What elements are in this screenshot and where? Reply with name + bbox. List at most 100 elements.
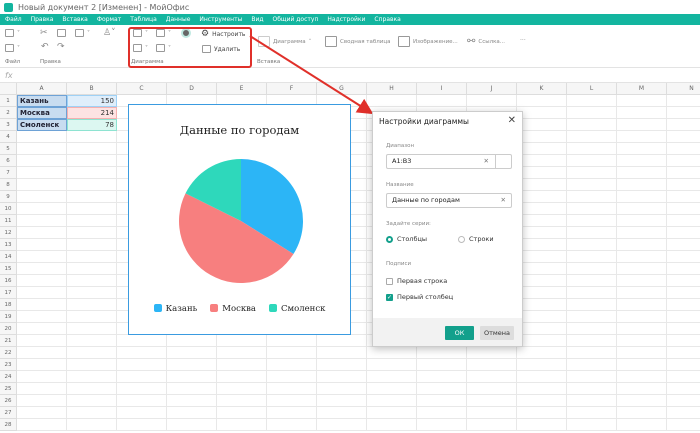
row-header[interactable]: 7: [0, 167, 17, 179]
cell[interactable]: [217, 347, 267, 359]
cell[interactable]: [667, 299, 700, 311]
diagram-button[interactable]: Диаграмма ˅: [258, 36, 311, 47]
cell[interactable]: [267, 419, 317, 431]
cell[interactable]: [17, 155, 67, 167]
row-header[interactable]: 28: [0, 419, 17, 431]
cell[interactable]: [167, 347, 217, 359]
cell[interactable]: [617, 335, 667, 347]
row-header[interactable]: 26: [0, 395, 17, 407]
cell[interactable]: [217, 395, 267, 407]
cell[interactable]: [367, 419, 417, 431]
column-header[interactable]: A: [17, 83, 67, 95]
cell[interactable]: [367, 347, 417, 359]
row-header[interactable]: 3: [0, 119, 17, 131]
cell[interactable]: [567, 299, 617, 311]
cell[interactable]: [617, 395, 667, 407]
cell[interactable]: [567, 167, 617, 179]
cell[interactable]: [517, 395, 567, 407]
cell[interactable]: [117, 347, 167, 359]
row-header[interactable]: 11: [0, 215, 17, 227]
menu-item[interactable]: Вид: [251, 16, 263, 23]
cell[interactable]: [617, 203, 667, 215]
cell[interactable]: [317, 419, 367, 431]
row-header[interactable]: 16: [0, 275, 17, 287]
cell[interactable]: [67, 311, 117, 323]
cell[interactable]: [567, 287, 617, 299]
cell[interactable]: [17, 359, 67, 371]
cell[interactable]: [267, 407, 317, 419]
cell[interactable]: [567, 359, 617, 371]
cell[interactable]: [667, 263, 700, 275]
cell[interactable]: [617, 299, 667, 311]
cell[interactable]: [617, 251, 667, 263]
column-header[interactable]: H: [367, 83, 417, 95]
cell[interactable]: [467, 95, 517, 107]
cell[interactable]: [567, 371, 617, 383]
cell[interactable]: [567, 119, 617, 131]
undo-button[interactable]: ↶: [41, 42, 49, 52]
cell[interactable]: [267, 359, 317, 371]
cell[interactable]: [67, 323, 117, 335]
cell-b[interactable]: 150: [67, 95, 117, 107]
insert-link-button[interactable]: ⚯ Ссылка...: [467, 36, 505, 47]
column-header[interactable]: F: [267, 83, 317, 95]
cell[interactable]: [617, 227, 667, 239]
cell[interactable]: [567, 335, 617, 347]
cell[interactable]: [567, 143, 617, 155]
cell[interactable]: [417, 359, 467, 371]
cell[interactable]: [617, 263, 667, 275]
cell[interactable]: [517, 179, 567, 191]
cell[interactable]: [617, 275, 667, 287]
column-header[interactable]: M: [617, 83, 667, 95]
cell[interactable]: [67, 203, 117, 215]
cell[interactable]: [517, 131, 567, 143]
cell[interactable]: [667, 239, 700, 251]
first-row-checkbox[interactable]: Первая строка: [386, 277, 447, 285]
cell[interactable]: [67, 383, 117, 395]
cell[interactable]: [667, 167, 700, 179]
select-range-icon[interactable]: [495, 155, 511, 168]
cell[interactable]: [617, 179, 667, 191]
row-header[interactable]: 14: [0, 251, 17, 263]
cell[interactable]: [517, 371, 567, 383]
cell[interactable]: [167, 419, 217, 431]
cell[interactable]: [467, 395, 517, 407]
cell[interactable]: [17, 191, 67, 203]
column-header[interactable]: K: [517, 83, 567, 95]
cell[interactable]: [17, 419, 67, 431]
row-header[interactable]: 1: [0, 95, 17, 107]
cell[interactable]: [517, 191, 567, 203]
menu-item[interactable]: Общий доступ: [273, 16, 319, 23]
cell[interactable]: [17, 323, 67, 335]
cell[interactable]: [667, 119, 700, 131]
cell[interactable]: [217, 371, 267, 383]
cell[interactable]: [517, 239, 567, 251]
cell[interactable]: [417, 407, 467, 419]
cell[interactable]: [467, 359, 517, 371]
close-icon[interactable]: ✕: [508, 115, 516, 126]
menu-item[interactable]: Данные: [166, 16, 191, 23]
row-header[interactable]: 5: [0, 143, 17, 155]
cell[interactable]: [17, 347, 67, 359]
cell[interactable]: [367, 395, 417, 407]
cell[interactable]: [617, 215, 667, 227]
menu-item[interactable]: Файл: [5, 16, 22, 23]
cell[interactable]: [267, 335, 317, 347]
cell[interactable]: [617, 359, 667, 371]
cell[interactable]: [517, 107, 567, 119]
cell[interactable]: [367, 383, 417, 395]
cell[interactable]: [67, 359, 117, 371]
cell[interactable]: [317, 335, 367, 347]
cell[interactable]: [617, 419, 667, 431]
cell[interactable]: [567, 263, 617, 275]
row-header[interactable]: 17: [0, 287, 17, 299]
cell[interactable]: [617, 323, 667, 335]
cell[interactable]: [467, 383, 517, 395]
row-header[interactable]: 6: [0, 155, 17, 167]
cell[interactable]: [417, 383, 467, 395]
cell[interactable]: [617, 407, 667, 419]
clear-range-icon[interactable]: ✕: [484, 155, 489, 168]
cell[interactable]: [217, 419, 267, 431]
cell[interactable]: [617, 95, 667, 107]
menu-item[interactable]: Правка: [31, 16, 54, 23]
